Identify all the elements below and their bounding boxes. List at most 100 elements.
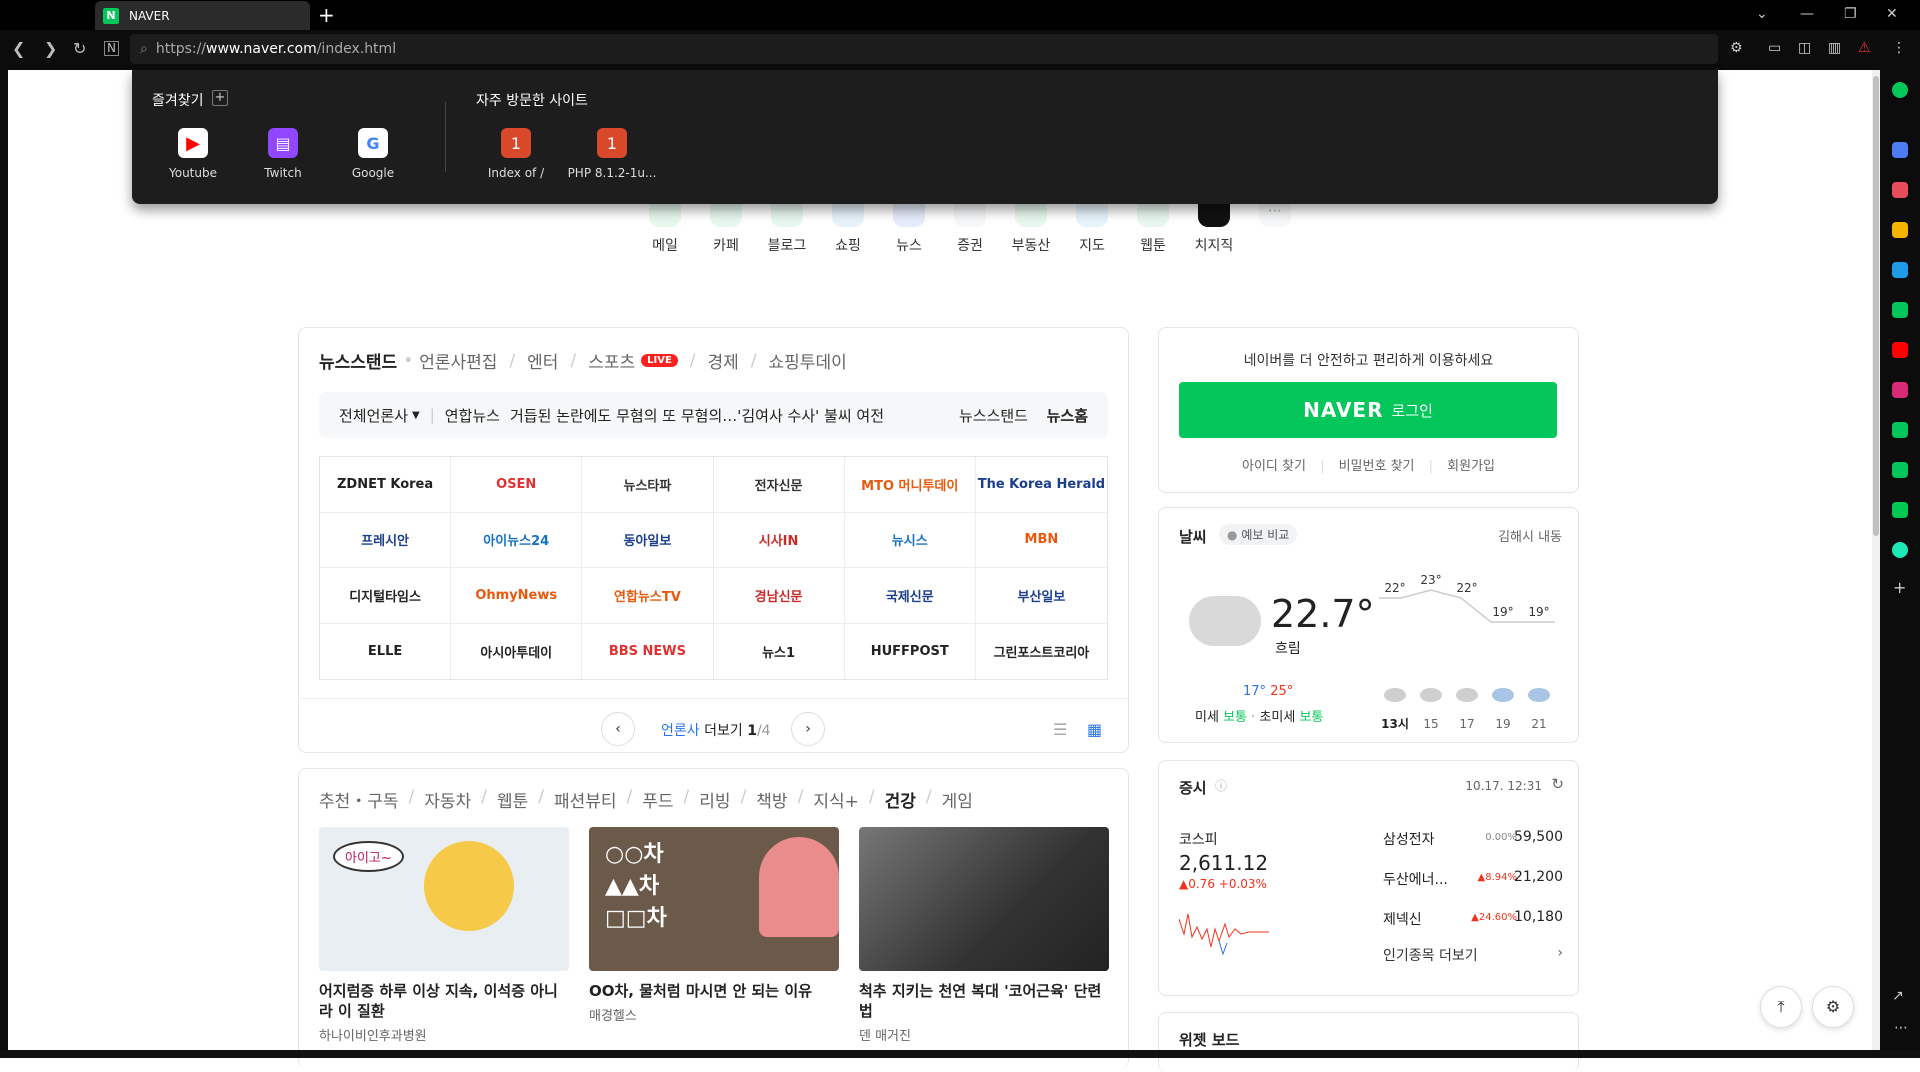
minimize-button[interactable]: —: [1800, 6, 1814, 22]
sidebar-more-icon[interactable]: ⋯: [1894, 1020, 1908, 1036]
article-card[interactable]: ○○차 ▲▲차 □□차 OO차, 물처럼 마시면 안 되는 이유 매경헬스: [589, 827, 839, 1024]
settings-button[interactable]: ⚙: [1812, 986, 1854, 1028]
weather-location[interactable]: 김해시 내동: [1498, 526, 1562, 545]
publisher-logo[interactable]: 연합뉴스TV: [582, 568, 714, 624]
stock-row[interactable]: 제넥신 ▲24.60% 10,180: [1383, 909, 1563, 933]
press-filter-dropdown[interactable]: 전체언론사: [339, 405, 408, 426]
extensions-icon[interactable]: ⚙: [1730, 40, 1743, 56]
theme-tab[interactable]: 웹툰: [497, 787, 528, 812]
forecast-compare-button[interactable]: ● 예보 비교: [1219, 524, 1298, 545]
theme-tab[interactable]: 게임: [942, 787, 973, 812]
frequent-site-1[interactable]: 1 Index of /: [471, 128, 561, 180]
screenshot-icon[interactable]: ◫: [1798, 40, 1811, 56]
publisher-logo[interactable]: 국제신문: [844, 568, 976, 624]
signup-link[interactable]: 회원가입: [1447, 459, 1495, 474]
publisher-logo[interactable]: The Korea Herald: [975, 457, 1107, 513]
tab-press-edit[interactable]: 언론사편집: [419, 348, 497, 373]
naver-login-button[interactable]: NAVER 로그인: [1179, 382, 1557, 438]
reload-button[interactable]: ↻: [73, 39, 86, 58]
sidebar-media-icon[interactable]: [1892, 542, 1908, 558]
menu-icon[interactable]: ⋮: [1892, 40, 1906, 56]
tab-newsstand[interactable]: 뉴스스탠드: [319, 348, 397, 373]
site-info-icon[interactable]: N: [104, 41, 119, 56]
stock-row[interactable]: 두산에너... ▲8.94% 21,200: [1383, 869, 1563, 893]
publisher-logo[interactable]: MTO 머니투데이: [844, 457, 976, 513]
tab-sports[interactable]: 스포츠: [588, 348, 635, 373]
sidebar-external-icon[interactable]: ↗: [1892, 988, 1904, 1004]
publisher-logo[interactable]: 뉴스1: [714, 623, 845, 679]
tab-economy[interactable]: 경제: [708, 348, 739, 373]
warning-icon[interactable]: ⚠: [1858, 40, 1871, 56]
theme-tab[interactable]: 추천・구독: [319, 787, 399, 812]
new-tab-button[interactable]: +: [318, 4, 335, 26]
service-stock[interactable]: 증권: [945, 195, 995, 255]
back-button[interactable]: ❮: [12, 39, 25, 58]
sidebar-chart-icon[interactable]: [1892, 422, 1908, 438]
favorite-youtube[interactable]: ▶ Youtube: [148, 128, 238, 180]
tab-shopping-today[interactable]: 쇼핑투데이: [769, 348, 847, 373]
publisher-logo[interactable]: OhmyNews: [451, 568, 583, 624]
kospi-panel[interactable]: 코스피 2,611.12 ▲0.76 +0.03%: [1178, 829, 1359, 979]
scroll-top-button[interactable]: ⤒: [1760, 986, 1802, 1028]
sidebar-pocket-icon[interactable]: [1892, 182, 1908, 198]
prev-page-button[interactable]: ‹: [601, 712, 635, 746]
article-card[interactable]: 아이고~ 어지럼증 하루 이상 지속, 이석증 아니라 이 질환 하나이비인후과…: [319, 827, 569, 1044]
sidebar-youtube-icon[interactable]: [1892, 342, 1908, 358]
forward-button[interactable]: ❯: [44, 39, 57, 58]
frequent-site-2[interactable]: 1 PHP 8.1.2-1u...: [562, 128, 662, 180]
theme-tab[interactable]: 리빙: [699, 787, 730, 812]
rolling-source[interactable]: 연합뉴스: [445, 405, 500, 426]
stock-row[interactable]: 삼성전자 0.00% 59,500: [1383, 829, 1563, 853]
grid-view-icon[interactable]: ▦: [1087, 720, 1102, 739]
link-news-home[interactable]: 뉴스홈: [1047, 405, 1088, 426]
sidebar-chat-icon[interactable]: [1892, 302, 1908, 318]
service-chzzk[interactable]: 치지직: [1189, 195, 1239, 255]
address-bar[interactable]: ⌕ https://www.naver.com/index.html: [130, 34, 1718, 64]
tab-list-chevron-icon[interactable]: ⌄: [1756, 6, 1768, 22]
favorite-google[interactable]: G Google: [328, 128, 418, 180]
theme-tab[interactable]: 자동차: [424, 787, 471, 812]
service-news[interactable]: 뉴스: [884, 195, 934, 255]
sidebar-mail-icon[interactable]: [1892, 142, 1908, 158]
sidebar-edge-icon[interactable]: [1892, 262, 1908, 278]
add-favorite-button[interactable]: +: [212, 90, 228, 106]
link-newsstand[interactable]: 뉴스스탠드: [959, 405, 1028, 426]
favorite-twitch[interactable]: ▤ Twitch: [238, 128, 328, 180]
browser-tab[interactable]: N NAVER: [95, 1, 310, 30]
theme-tab[interactable]: 패션뷰티: [554, 787, 617, 812]
sidebar-toggle-icon[interactable]: ▥: [1828, 40, 1841, 56]
close-window-button[interactable]: ✕: [1886, 6, 1898, 22]
publisher-logo[interactable]: 아이뉴스24: [451, 512, 583, 568]
sidebar-play-icon[interactable]: [1892, 502, 1908, 518]
sidebar-star-icon[interactable]: [1892, 222, 1908, 238]
publisher-logo[interactable]: 동아일보: [582, 512, 714, 568]
publisher-logo[interactable]: OSEN: [451, 457, 583, 513]
scrollbar-thumb[interactable]: [1873, 76, 1879, 536]
publisher-logo[interactable]: 시사IN: [713, 512, 845, 568]
sidebar-wallet-icon[interactable]: [1892, 462, 1908, 478]
list-view-icon[interactable]: ☰: [1053, 720, 1067, 739]
service-realestate[interactable]: 부동산: [1006, 195, 1056, 255]
theme-tab[interactable]: 지식+: [813, 787, 859, 812]
next-page-button[interactable]: ›: [791, 712, 825, 746]
theme-tab[interactable]: 푸드: [642, 787, 673, 812]
publisher-logo[interactable]: 전자신문: [713, 457, 845, 513]
publisher-logo[interactable]: MBN: [975, 513, 1107, 568]
rolling-headline[interactable]: 거듭된 논란에도 무혐의 또 무혐의…'김여사 수사' 불씨 여전: [510, 405, 884, 426]
service-mail[interactable]: 메일: [640, 195, 690, 255]
publisher-logo[interactable]: BBS NEWS: [582, 623, 714, 679]
service-blog[interactable]: 블로그: [762, 195, 812, 255]
video-popout-icon[interactable]: ▭: [1768, 40, 1781, 56]
publisher-logo[interactable]: 아시아투데이: [451, 623, 583, 679]
find-password-link[interactable]: 비밀번호 찾기: [1339, 459, 1415, 474]
page-scrollbar[interactable]: [1872, 70, 1880, 1058]
publisher-logo[interactable]: 그린포스트코리아: [976, 624, 1107, 680]
find-id-link[interactable]: 아이디 찾기: [1242, 459, 1306, 474]
theme-tab[interactable]: 책방: [756, 787, 787, 812]
maximize-button[interactable]: ❐: [1844, 6, 1857, 22]
service-webtoon[interactable]: 웹툰: [1128, 195, 1178, 255]
service-shopping[interactable]: 쇼핑: [823, 195, 873, 255]
sidebar-add-icon[interactable]: +: [1893, 578, 1906, 597]
publisher-logo[interactable]: HUFFPOST: [845, 623, 976, 679]
publisher-logo[interactable]: ELLE: [320, 623, 452, 679]
